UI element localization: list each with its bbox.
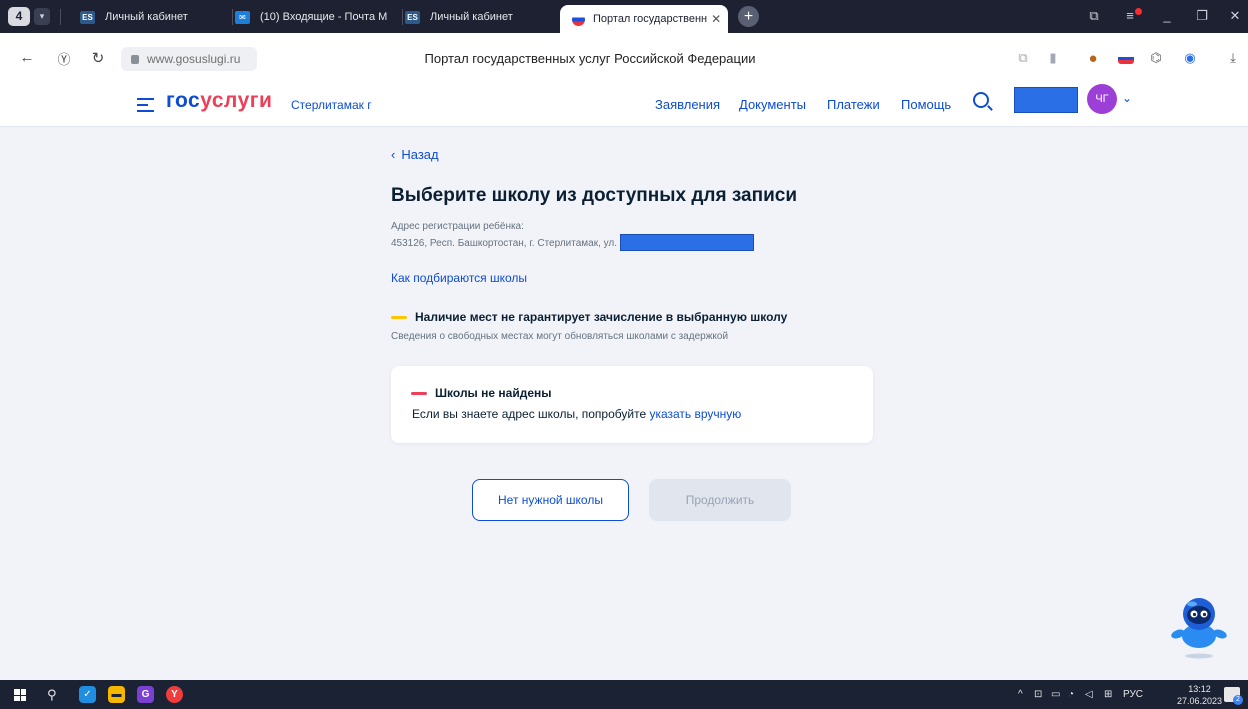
store-app-icon[interactable]: ✓ [79, 686, 96, 703]
warning-marker [391, 315, 407, 319]
url-text: www.gosuslugi.ru [147, 52, 241, 66]
search-icon[interactable] [973, 92, 989, 108]
no-schools-title: Школы не найдены [435, 386, 552, 400]
clock-time: 13:12 [1188, 684, 1211, 694]
continue-button: Продолжить [649, 479, 791, 521]
url-field[interactable]: www.gosuslugi.ru [121, 47, 257, 71]
nav-pomosch[interactable]: Помощь [901, 97, 951, 112]
divider [60, 9, 61, 25]
windows-start-icon[interactable] [14, 689, 26, 701]
bookmark-icon[interactable]: ▮ [1044, 50, 1062, 66]
tab-lichnyi-kabinet-1[interactable]: ES Личный кабинет [80, 5, 230, 29]
no-schools-text: Если вы знаете адрес школы, попробуйте у… [412, 407, 741, 421]
extension-puzzle-icon[interactable]: ⌬ [1147, 50, 1165, 66]
page-title: Портал государственных услуг Российской … [424, 51, 756, 66]
page-heading: Выберите школу из доступных для записи [391, 185, 797, 206]
clock[interactable]: 13:12 27.06.2023 [1177, 683, 1222, 707]
messenger-app-icon[interactable]: G [137, 686, 154, 703]
redacted-user-name [1014, 87, 1078, 113]
nav-dokumenty[interactable]: Документы [739, 97, 806, 112]
translate-icon[interactable]: ⧉ [1014, 50, 1032, 66]
enter-manually-link[interactable]: указать вручную [649, 407, 741, 421]
yandex-icon[interactable]: Ⓨ [55, 49, 73, 68]
address-label: Адрес регистрации ребёнка: [391, 221, 524, 232]
keyboard-icon[interactable]: ⊞ [1104, 689, 1112, 700]
restore-icon[interactable]: ❐ [1194, 8, 1210, 24]
no-schools-card: Школы не найдены Если вы знаете адрес шк… [391, 366, 873, 443]
nav-zayavleniya[interactable]: Заявления [655, 97, 720, 112]
menu-icon[interactable] [137, 98, 154, 116]
tab-switch-icon[interactable]: ⧉ [1086, 8, 1102, 24]
extension-icon[interactable]: ● [1084, 50, 1102, 67]
notification-dot [1135, 8, 1142, 15]
logo-part-gos: гос [166, 89, 201, 112]
back-label: Назад [401, 147, 439, 162]
no-schools-hint: Если вы знаете адрес школы, попробуйте [412, 407, 650, 421]
new-tab-button[interactable]: + [738, 6, 759, 27]
nav-platezhi[interactable]: Платежи [827, 97, 880, 112]
error-marker [411, 391, 427, 395]
mail-favicon-icon: ✉ [235, 10, 250, 24]
tab-lichnyi-kabinet-2[interactable]: ES Личный кабинет [405, 5, 555, 29]
availability-warning: Наличие мест не гарантирует зачисление в… [391, 310, 787, 324]
es-favicon-icon: ES [405, 10, 420, 24]
tray-expand-icon[interactable]: ^ [1018, 689, 1023, 700]
logo-part-uslugi: услуги [200, 89, 273, 112]
volume-icon[interactable]: ◁ [1085, 689, 1093, 700]
tab-title: Портал государственн [593, 13, 708, 25]
gosuslugi-logo[interactable]: госуслуги [166, 89, 272, 113]
tray-app-icon[interactable]: ⊡ [1034, 689, 1042, 700]
file-explorer-icon[interactable]: ▬ [108, 686, 125, 703]
chevron-down-icon[interactable]: ▾ [34, 8, 50, 25]
tab-counter-button[interactable]: 4 [8, 7, 30, 26]
no-school-button[interactable]: Нет нужной школы [472, 479, 629, 521]
account-icon[interactable]: ◉ [1181, 50, 1199, 66]
wifi-icon[interactable]: ◔ [1068, 689, 1074, 700]
language-indicator[interactable]: РУС [1123, 689, 1143, 700]
divider [232, 9, 233, 25]
russia-flag-favicon-icon [572, 12, 585, 26]
search-icon[interactable]: ⚲ [47, 687, 57, 703]
city-selector[interactable]: Стерлитамак г [291, 98, 372, 112]
address-bar: ← Ⓨ ↻ www.gosuslugi.ru Портал государств… [0, 33, 1248, 83]
tab-title: (10) Входящие - Почта M [260, 11, 388, 23]
site-header: госуслуги Стерлитамак г Заявления Докуме… [0, 83, 1248, 127]
no-schools-title-row: Школы не найдены [411, 386, 551, 400]
close-icon[interactable]: ✕ [711, 12, 721, 26]
tab-gosuslugi[interactable]: Портал государственн ✕ [560, 5, 728, 33]
warning-text: Сведения о свободных местах могут обновл… [391, 331, 729, 342]
address-value: 453126, Респ. Башкортостан, г. Стерлитам… [391, 238, 618, 249]
notification-center-icon[interactable]: 2 [1224, 687, 1243, 705]
avatar[interactable]: ЧГ [1087, 84, 1117, 114]
tab-title: Личный кабинет [105, 11, 188, 23]
back-link[interactable]: ‹ Назад [391, 147, 439, 162]
tab-title: Личный кабинет [430, 11, 513, 23]
lock-icon [131, 54, 139, 64]
clock-date: 27.06.2023 [1177, 696, 1223, 706]
chevron-left-icon: ‹ [391, 147, 396, 162]
battery-icon[interactable]: ▭ [1051, 689, 1060, 700]
close-window-icon[interactable]: ✕ [1227, 8, 1243, 24]
back-arrow-icon[interactable]: ← [18, 49, 36, 66]
divider [402, 9, 403, 25]
warning-title: Наличие мест не гарантирует зачисление в… [415, 310, 788, 324]
robot-assistant-icon[interactable] [1170, 592, 1228, 660]
notification-count: 2 [1233, 695, 1243, 705]
redacted-street [620, 234, 755, 251]
minimize-icon[interactable]: _ [1159, 8, 1175, 24]
download-icon[interactable]: ⤓ [1224, 50, 1242, 66]
chevron-down-icon[interactable]: ⌄ [1122, 91, 1132, 105]
tab-mail[interactable]: ✉ (10) Входящие - Почта M [235, 5, 400, 29]
address-line: 453126, Респ. Башкортостан, г. Стерлитам… [391, 234, 755, 251]
reload-icon[interactable]: ↻ [89, 49, 107, 67]
russia-flag-icon[interactable] [1118, 53, 1134, 64]
yandex-browser-icon[interactable]: Y [166, 686, 183, 703]
browser-tab-strip: 4 ▾ ES Личный кабинет ✉ (10) Входящие - … [0, 0, 1248, 33]
how-schools-selected-link[interactable]: Как подбираются школы [391, 271, 527, 285]
es-favicon-icon: ES [80, 10, 95, 24]
windows-taskbar: ⚲ ✓ ▬ G Y ^ ⊡ ▭ ◔ ◁ ⊞ РУС 13:12 27.06.20… [0, 680, 1248, 709]
